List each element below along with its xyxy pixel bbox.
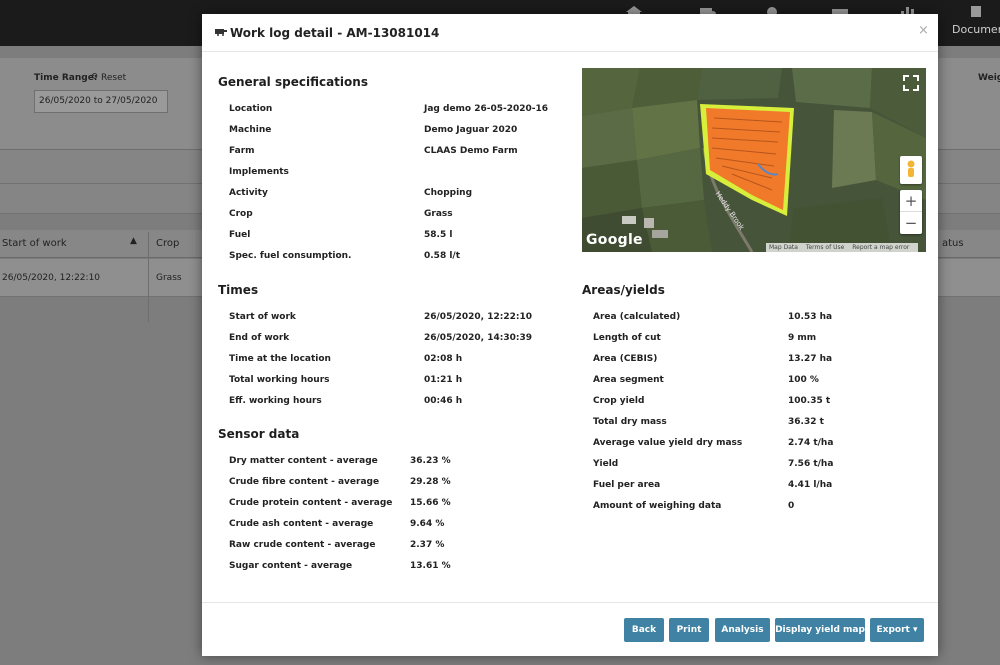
reset-link[interactable]: Reset [101,73,126,83]
time-label: End of work [229,333,290,343]
time-value: 00:46 h [424,396,463,406]
area-value: 10.53 ha [788,312,833,322]
sensor-label: Raw crude content - average [229,540,376,550]
zoom-in-button[interactable]: + [900,190,922,212]
spec-value: Jag demo 26-05-2020-16 [424,104,549,114]
general-specifications-heading: General specifications [218,75,368,89]
spec-value: Demo Jaguar 2020 [424,125,518,135]
column-header-status[interactable]: atus [942,238,964,249]
spec-label: Farm [229,146,255,156]
table-cell-crop: Grass [156,273,182,283]
sensor-value: 36.23 % [410,456,451,466]
time-label: Start of work [229,312,296,322]
spec-label: Location [229,104,273,114]
sensor-label: Crude fibre content - average [229,477,380,487]
terms-of-use-link[interactable]: Terms of Use [806,244,844,251]
display-yield-map-button[interactable]: Display yield map [775,618,865,642]
zoom-out-button[interactable]: − [900,212,922,234]
area-label: Area (calculated) [593,312,681,322]
sensor-label: Crude protein content - average [229,498,393,508]
area-label: Average value yield dry mass [593,438,743,448]
sensor-label: Sugar content - average [229,561,353,571]
zoom-control: + − [900,190,922,234]
area-value: 100 % [788,375,819,385]
map-attribution: Map Data Terms of Use Report a map error [766,243,919,252]
time-value: 26/05/2020, 14:30:39 [424,333,532,343]
area-label: Length of cut [593,333,661,343]
column-divider [148,232,149,322]
area-label: Amount of weighing data [593,501,722,511]
sensor-value: 29.28 % [410,477,451,487]
area-value: 13.27 ha [788,354,833,364]
area-value: 36.32 t [788,417,824,427]
time-value: 01:21 h [424,375,463,385]
fullscreen-icon[interactable] [902,74,920,92]
spec-label: Fuel [229,230,251,240]
area-label: Area segment [593,375,664,385]
modal-title: Work log detail - AM-13081014 [230,26,440,40]
area-label: Area (CEBIS) [593,354,658,364]
area-value: 4.41 l/ha [788,480,833,490]
sort-ascending-icon[interactable]: ▲ [130,236,137,246]
sensor-label: Dry matter content - average [229,456,378,466]
documents-icon[interactable] [966,5,986,17]
spec-value: 58.5 l [424,230,453,240]
time-label: Eff. working hours [229,396,322,406]
spec-value: Grass [424,209,453,219]
field-map[interactable]: Heddy Brook + − Google Map Data Terms of… [582,68,926,252]
time-value: 26/05/2020, 12:22:10 [424,312,532,322]
area-label: Crop yield [593,396,645,406]
back-button[interactable]: Back [624,618,664,642]
area-value: 100.35 t [788,396,831,406]
analysis-button[interactable]: Analysis [715,618,770,642]
sensor-value: 15.66 % [410,498,451,508]
close-icon[interactable]: × [918,23,929,38]
table-cell-start-of-work: 26/05/2020, 12:22:10 [2,273,101,283]
sensor-data-heading: Sensor data [218,427,300,441]
documents-nav-label[interactable]: Document [952,23,1000,36]
column-header-start-of-work[interactable]: Start of work [2,238,67,249]
area-label: Total dry mass [593,417,667,427]
spec-label: Implements [229,167,289,177]
report-map-error-link[interactable]: Report a map error [852,244,909,251]
modal-header: Work log detail - AM-13081014 × [202,14,938,52]
spec-label: Machine [229,125,272,135]
area-value: 7.56 t/ha [788,459,834,469]
sensor-value: 9.64 % [410,519,445,529]
area-label: Yield [593,459,619,469]
weight-label: Weig [978,73,1000,83]
street-view-pegman-icon[interactable] [900,156,922,184]
sensor-label: Crude ash content - average [229,519,374,529]
work-log-detail-modal: Work log detail - AM-13081014 × General … [202,14,938,656]
area-value: 9 mm [788,333,817,343]
harvester-icon [215,29,227,36]
sensor-value: 2.37 % [410,540,445,550]
sensor-value: 13.61 % [410,561,451,571]
spec-label: Activity [229,188,268,198]
time-value: 02:08 h [424,354,463,364]
times-heading: Times [218,283,259,297]
area-value: 0 [788,501,795,511]
time-range-label: Time Range: [34,73,98,83]
spec-label: Spec. fuel consumption. [229,251,352,261]
spec-value: 0.58 l/t [424,251,461,261]
map-data-link[interactable]: Map Data [769,244,798,251]
spec-label: Crop [229,209,253,219]
area-label: Fuel per area [593,480,661,490]
export-dropdown-button[interactable]: Export ▾ [870,618,924,642]
date-range-input[interactable]: 26/05/2020 to 27/05/2020 [34,90,168,113]
time-label: Time at the location [229,354,331,364]
satellite-imagery [582,68,926,252]
pegman-icon [907,160,915,177]
column-header-crop[interactable]: Crop [156,238,179,249]
areas-yields-heading: Areas/yields [582,283,665,297]
area-value: 2.74 t/ha [788,438,834,448]
time-label: Total working hours [229,375,330,385]
reset-icon[interactable]: ⟲ [90,72,98,82]
google-logo: Google [586,232,643,248]
spec-value: Chopping [424,188,473,198]
spec-value: CLAAS Demo Farm [424,146,518,156]
print-button[interactable]: Print [669,618,709,642]
